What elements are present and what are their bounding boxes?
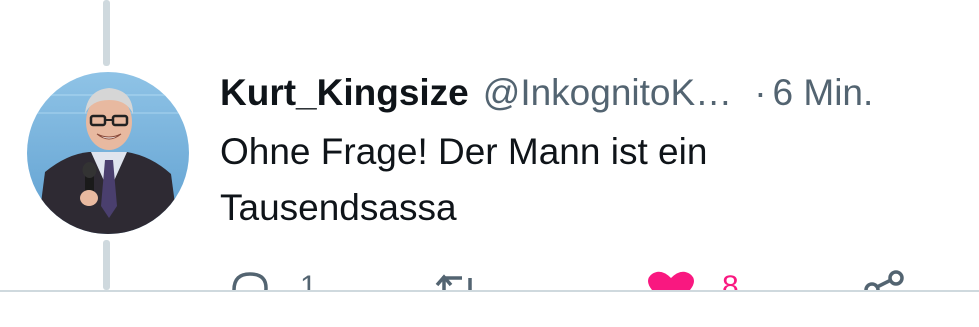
tweet-header: Kurt_Kingsize @InkognitoK… · 6 Min.: [220, 68, 873, 118]
like-count: 8: [722, 270, 739, 290]
tweet-text: Ohne Frage! Der Mann ist ein Tausendsass…: [220, 131, 708, 228]
reply-count: 1: [300, 270, 317, 290]
tweet-actions: 1 8: [0, 268, 979, 290]
timestamp[interactable]: 6 Min.: [773, 72, 874, 114]
share-icon[interactable]: [860, 268, 910, 290]
tweet-divider: [0, 290, 979, 292]
user-handle[interactable]: @InkognitoK…: [483, 72, 732, 114]
separator-dot: ·: [754, 72, 767, 113]
thread-connector-line: [103, 0, 110, 66]
display-name[interactable]: Kurt_Kingsize: [220, 72, 469, 114]
reply-icon[interactable]: [226, 268, 272, 290]
avatar[interactable]: [27, 72, 189, 234]
retweet-icon[interactable]: [432, 268, 482, 290]
heart-icon[interactable]: [646, 268, 696, 290]
